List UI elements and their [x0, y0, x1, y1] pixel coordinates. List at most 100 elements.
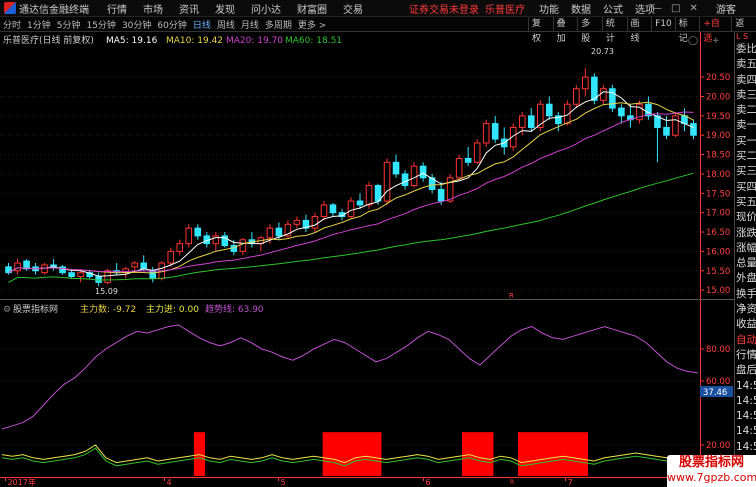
menu-item-data[interactable]: 数据: [565, 1, 597, 16]
ma10-line: [8, 101, 694, 274]
overlay-button[interactable]: 叠加: [552, 17, 578, 44]
y-tick-label: 60.00: [706, 377, 730, 387]
x-tick-label: 4: [167, 478, 172, 487]
candle-body: [690, 123, 697, 136]
menu-item-ask[interactable]: 问小达: [243, 1, 289, 16]
maximize-icon[interactable]: □: [671, 3, 680, 14]
tab-monthly[interactable]: 月线: [238, 18, 262, 31]
menu-item-trade[interactable]: 交易: [335, 1, 371, 16]
high-label: 20.73: [591, 47, 614, 56]
moving-averages: [8, 91, 694, 283]
quote-row: 盘后: [736, 364, 756, 377]
menu-item-discover[interactable]: 发现: [207, 1, 243, 16]
minimize-icon[interactable]: —: [652, 3, 662, 14]
tab-weekly[interactable]: 周线: [214, 18, 238, 31]
candle-body: [167, 250, 175, 264]
quote-row: 买三: [736, 165, 756, 178]
tab-daily[interactable]: 日线: [190, 18, 214, 31]
y-tick-label: 18.00: [706, 170, 730, 180]
tab-15min[interactable]: 15分钟: [83, 18, 118, 31]
candle-body: [149, 270, 157, 280]
candle-body: [131, 262, 138, 268]
tab-more[interactable]: 更多 >: [295, 18, 329, 31]
trend-line: [1, 324, 699, 430]
statistics-button[interactable]: 统计: [601, 17, 627, 44]
quote-row: 买一: [736, 134, 756, 147]
candle-body: [347, 200, 355, 218]
menu-item-market[interactable]: 市场: [135, 1, 171, 16]
menu-item-function[interactable]: 功能: [533, 1, 565, 16]
candle-body: [482, 123, 490, 144]
candle-body: [185, 227, 193, 245]
stock-legend: 乐普医疗(日线 前复权): [3, 34, 94, 46]
tab-60min[interactable]: 60分钟: [154, 18, 189, 31]
ma20-line: [8, 111, 694, 274]
add-watchlist-button[interactable]: +自选: [699, 17, 731, 44]
candle-body: [140, 262, 147, 270]
candle-body: [600, 88, 607, 101]
f10-button[interactable]: F10: [651, 17, 675, 32]
draw-line-button[interactable]: 画线: [626, 17, 652, 44]
y-tick-label: 16.50: [706, 228, 730, 238]
x-tick-label: 2017年: [8, 477, 36, 487]
ma5-legend: MA5: 19.16: [106, 36, 158, 46]
quote-row: 买四: [736, 180, 756, 193]
tab-30min[interactable]: 30分钟: [119, 18, 154, 31]
quote-row: 涨跌: [736, 226, 756, 239]
r-mark: R: [509, 292, 514, 300]
candle-body: [14, 262, 21, 272]
main-in-legend: 主力进: 0.00: [146, 303, 199, 315]
quote-row: 卖二: [736, 104, 756, 117]
menu-item-news[interactable]: 资讯: [171, 1, 207, 16]
quote-row: 14:5: [736, 440, 756, 453]
x-tick-label: 7: [568, 478, 573, 487]
tab-5min[interactable]: 5分钟: [54, 18, 84, 31]
mark-button[interactable]: 标记: [674, 17, 700, 44]
quote-row: 换手: [736, 287, 756, 300]
app-logo-icon: [4, 2, 16, 14]
y-axis: 20.50 20.00 19.50 19.00 18.50 18.00 17.50 17.00…: [700, 73, 730, 296]
menu-item-formula[interactable]: 公式: [597, 1, 629, 16]
quote-row: 买二: [736, 150, 756, 163]
candle-body: [383, 161, 391, 202]
candle-body: [68, 272, 75, 278]
candle-body: [410, 165, 418, 187]
y-tick-label: 15.00: [706, 286, 730, 296]
menu-item-quotes[interactable]: 行情: [99, 1, 135, 16]
candle-body: [464, 157, 472, 163]
indicator-settings-icon[interactable]: ⚙: [3, 305, 11, 315]
chart-area[interactable]: 乐普医疗(日线 前复权) MA5: 19.16 MA10: 19.42 MA20…: [0, 32, 734, 487]
indicator-grid: [0, 348, 700, 446]
tab-multi-period[interactable]: 多周期: [262, 18, 295, 31]
tab-1min[interactable]: 1分钟: [24, 18, 54, 31]
back-button[interactable]: 返回: [731, 17, 756, 44]
menu-item-wealth[interactable]: 财富圈: [289, 1, 335, 16]
y-tick-label: 16.00: [706, 247, 730, 257]
ma10-legend: MA10: 19.42: [166, 36, 223, 46]
y-tick-label: 15.50: [706, 267, 730, 277]
y-tick-label: 19.00: [706, 131, 730, 141]
multi-stock-button[interactable]: 多股: [577, 17, 602, 44]
right-menu: 功能 数据 公式 选项: [533, 1, 661, 16]
candle-body: [663, 126, 670, 136]
candle-body: [618, 107, 625, 117]
tab-timeshare[interactable]: 分时: [0, 18, 24, 31]
signal-bar: [193, 432, 206, 476]
x-axis: 2017年 4 5 6 7: [5, 477, 573, 487]
quote-row: 14:5: [736, 425, 756, 438]
close-icon[interactable]: ✕: [689, 3, 697, 14]
signal-bar: [462, 432, 494, 476]
collapse-icon[interactable]: ◯: [688, 36, 698, 46]
candle-body: [293, 219, 301, 225]
candle-body: [419, 165, 427, 179]
guest-label[interactable]: 游客: [716, 1, 736, 16]
login-alert[interactable]: 证券交易未登录 乐普医疗: [409, 1, 525, 16]
restore-rights-button[interactable]: 复权: [528, 17, 553, 44]
candle-body: [275, 227, 283, 237]
quote-row: 总量: [736, 257, 756, 270]
ma60-legend: MA60: 18.51: [285, 36, 342, 46]
indicator-bars: [193, 432, 588, 476]
add-panel-icon[interactable]: +: [712, 36, 720, 46]
watermark-logo: 股票指标网 www.7gpzb.com: [667, 455, 756, 487]
stock-name-title: 乐普医疗: [485, 4, 525, 16]
